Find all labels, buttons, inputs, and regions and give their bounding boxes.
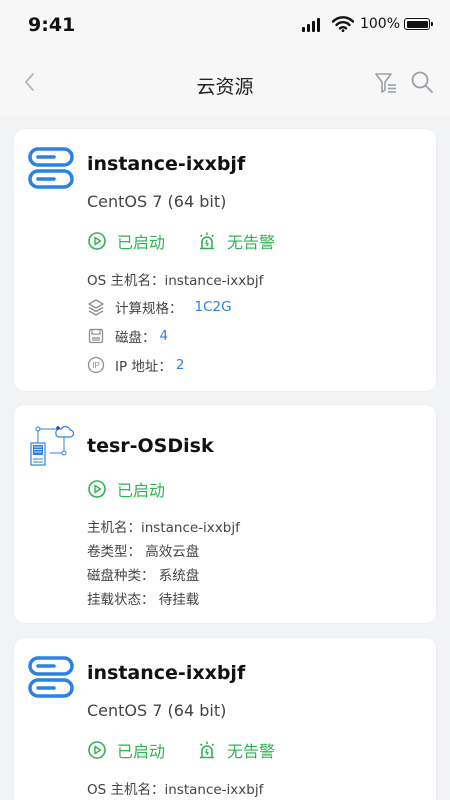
filter-icon[interactable] <box>374 71 398 95</box>
instance-name: instance-ixxbjf <box>87 153 246 175</box>
ip-icon: IP <box>87 356 105 374</box>
status-indicators: 100% <box>301 16 433 32</box>
alarm-light-icon <box>199 741 215 759</box>
hostname-text: 主机名：instance-ixxbjf <box>87 520 240 536</box>
volume-type-text: 卷类型： 高效云盘 <box>87 544 200 560</box>
alarm-light-icon <box>199 232 215 250</box>
mount-state-text: 挂载状态： 待挂载 <box>87 592 200 608</box>
instance-os: CentOS 7 (64 bit) <box>87 192 227 211</box>
run-status: 已启动 <box>87 477 165 501</box>
compute-spec: 计算规格： 1C2G <box>87 297 232 317</box>
compute-spec-value[interactable]: 1C2G <box>195 299 232 315</box>
run-status: 已启动 <box>87 229 165 253</box>
disk-kind-text: 磁盘种类： 系统盘 <box>87 568 200 584</box>
cloud-disk-icon <box>30 426 74 466</box>
status-row: 已启动 无告警 <box>87 738 307 762</box>
cellular-signal-icon <box>301 16 322 32</box>
os-hostname-text: OS 主机名：instance-ixxbjf <box>87 273 264 289</box>
screen: 9:41 100% 云资源 instance-ixxbjf CentOS 7 (… <box>0 0 450 800</box>
disk-name: tesr-OSDisk <box>87 435 214 457</box>
alarm-status: 无告警 <box>197 738 275 762</box>
search-icon[interactable] <box>410 70 434 94</box>
disk-card[interactable]: tesr-OSDisk 已启动 主机名：instance-ixxbjf 卷类型：… <box>14 405 436 623</box>
status-row: 已启动 <box>87 477 197 501</box>
volume-type: 卷类型： 高效云盘 <box>87 540 199 560</box>
nav-bar: 云资源 <box>0 50 450 116</box>
run-status: 已启动 <box>87 738 165 762</box>
instance-card[interactable]: instance-ixxbjf CentOS 7 (64 bit) 已启动 无告… <box>14 638 436 800</box>
os-hostname: OS 主机名：instance-ixxbjf <box>87 269 263 289</box>
battery-icon <box>404 18 433 30</box>
alarm-status-label: 无告警 <box>227 742 276 761</box>
instance-name: instance-ixxbjf <box>87 662 246 684</box>
ip-label: IP 地址： <box>115 359 172 375</box>
disk-count: 磁盘： 4 <box>87 326 168 346</box>
status-time: 9:41 <box>28 14 76 36</box>
disk-value[interactable]: 4 <box>160 328 169 344</box>
battery-percent: 100% <box>359 16 400 32</box>
disk-label: 磁盘： <box>115 330 156 346</box>
ip-address: IP IP 地址： 2 <box>87 355 185 375</box>
layers-icon <box>88 299 104 316</box>
disk-icon <box>88 328 104 344</box>
alarm-status-label: 无告警 <box>227 233 276 252</box>
ip-value[interactable]: 2 <box>176 357 185 373</box>
instance-os: CentOS 7 (64 bit) <box>87 701 227 720</box>
server-icon <box>28 656 74 698</box>
mount-state: 挂载状态： 待挂载 <box>87 588 199 608</box>
run-status-label: 已启动 <box>117 742 166 761</box>
play-circle-icon <box>88 480 106 498</box>
instance-card[interactable]: instance-ixxbjf CentOS 7 (64 bit) 已启动 无告… <box>14 129 436 391</box>
play-circle-icon <box>88 232 106 250</box>
compute-spec-label: 计算规格： <box>115 301 183 317</box>
disk-kind: 磁盘种类： 系统盘 <box>87 564 199 584</box>
run-status-label: 已启动 <box>117 233 166 252</box>
server-icon <box>28 147 74 189</box>
play-circle-icon <box>88 741 106 759</box>
status-row: 已启动 无告警 <box>87 229 307 253</box>
os-hostname: OS 主机名：instance-ixxbjf <box>87 778 263 798</box>
status-bar: 9:41 100% <box>0 0 450 50</box>
run-status-label: 已启动 <box>117 481 166 500</box>
svg-text:IP: IP <box>92 361 100 370</box>
hostname: 主机名：instance-ixxbjf <box>87 516 240 536</box>
os-hostname-text: OS 主机名：instance-ixxbjf <box>87 782 264 798</box>
wifi-icon <box>331 16 354 32</box>
alarm-status: 无告警 <box>197 229 275 253</box>
